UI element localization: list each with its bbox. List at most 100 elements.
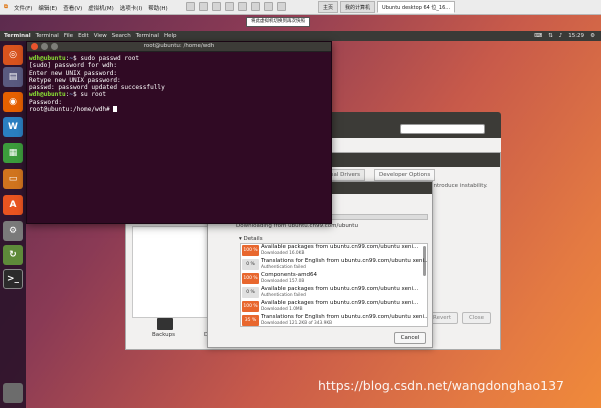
download-percent: 100 % xyxy=(242,273,259,284)
menu-terminal[interactable]: Terminal xyxy=(36,33,59,39)
vmware-menu: ⧉ 文件(F) 编辑(E) 查看(V) 虚拟机(M) 选项卡(I) 帮助(H) xyxy=(0,2,168,13)
list-item: 100 % Available packages from ubuntu.cn9… xyxy=(241,300,427,314)
tab-home[interactable]: 主页 xyxy=(318,1,339,13)
prompt-user: wdh@ubuntu xyxy=(29,55,66,62)
global-menu: Terminal Terminal File Edit View Search … xyxy=(4,31,176,41)
send-keys-icon[interactable] xyxy=(199,2,208,11)
network-indicator-icon[interactable]: ⇅ xyxy=(548,33,553,39)
vmware-toolbar: ⧉ 文件(F) 编辑(E) 查看(V) 虚拟机(M) 选项卡(I) 帮助(H) … xyxy=(0,0,601,15)
fullscreen-icon[interactable] xyxy=(251,2,260,11)
vm-menu-file[interactable]: 文件(F) xyxy=(14,4,32,12)
download-percent: 0 % xyxy=(242,259,259,270)
tab-my-computer[interactable]: 我的计算机 xyxy=(340,1,376,13)
terminal-line: passwd: password updated successfully xyxy=(29,84,165,92)
download-percent: 0 % xyxy=(242,287,259,298)
manage-snapshots-icon[interactable] xyxy=(238,2,247,11)
snapshot-tooltip: 将此虚拟机切换到再次快照 xyxy=(246,17,310,27)
terminal-line: Enter new UNIX password: xyxy=(29,69,118,77)
vmware-logo-icon: ⧉ xyxy=(4,4,8,10)
vmware-toolbar-buttons xyxy=(186,2,286,11)
vm-menu-vm[interactable]: 虚拟机(M) xyxy=(88,4,114,12)
keyboard-indicator-icon[interactable]: ⌨ xyxy=(534,33,542,39)
clock[interactable]: 15:29 xyxy=(568,33,584,39)
download-status: Downloaded 16.0KB xyxy=(261,251,305,256)
developer-options-hint: introduce instability. xyxy=(432,183,488,189)
download-percent: 100 % xyxy=(242,245,259,256)
menu-help[interactable]: Help xyxy=(164,33,177,39)
download-name: Available packages from ubuntu.cn99.com/… xyxy=(261,300,419,306)
terminal-line: [sudo] password for wdh: xyxy=(29,62,118,70)
download-name: Translations for English from ubuntu.cn9… xyxy=(261,258,427,264)
command-text: $ su root xyxy=(73,91,107,99)
firefox-icon[interactable]: ◉ xyxy=(3,92,23,112)
snapshot-icon[interactable] xyxy=(212,2,221,11)
vm-menu-edit[interactable]: 编辑(E) xyxy=(38,4,57,12)
download-name: Available packages from ubuntu.cn99.com/… xyxy=(261,286,419,292)
terminal-line: Retype new UNIX password: xyxy=(29,76,121,84)
download-name: Available packages from ubuntu.cn99.com/… xyxy=(261,244,419,250)
text-cursor xyxy=(113,106,118,113)
list-item: 0 % Translations for English from ubuntu… xyxy=(241,258,427,272)
dash-home-icon[interactable]: ◎ xyxy=(3,45,23,65)
menu-search[interactable]: Search xyxy=(112,33,131,39)
cancel-button[interactable]: Cancel xyxy=(394,332,426,344)
active-app-name: Terminal xyxy=(4,33,31,39)
command-text: $ sudo passwd root xyxy=(73,55,140,62)
list-item: 100 % Components-amd64 Downloaded 157.0B xyxy=(241,272,427,286)
revert-snapshot-icon[interactable] xyxy=(225,2,234,11)
impress-icon[interactable]: ▭ xyxy=(3,169,23,189)
terminal-window[interactable]: root@ubuntu: /home/wdh wdh@ubuntu:~$ sud… xyxy=(26,41,332,224)
software-search-input[interactable] xyxy=(400,124,485,134)
download-percent: 100 % xyxy=(242,301,259,312)
backups-icon xyxy=(157,318,173,330)
vmware-tabs: 主页 我的计算机 Ubuntu desktop 64 位_16... xyxy=(318,1,456,13)
terminal-line: wdh@ubuntu:~$ su root xyxy=(29,91,107,99)
unity-launcher: ◎ ▤ ◉ W ▦ ▭ A ⚙ ↻ >_ xyxy=(0,41,26,408)
software-updater-icon[interactable]: ↻ xyxy=(3,245,23,265)
download-status: Downloaded 157.0B xyxy=(261,279,305,284)
list-item: 0 % Available packages from ubuntu.cn99.… xyxy=(241,286,427,300)
calc-icon[interactable]: ▦ xyxy=(3,143,23,163)
tab-developer-options[interactable]: Developer Options xyxy=(374,169,436,181)
download-status: Downloaded 1.0MB xyxy=(261,307,303,312)
terminal-icon[interactable]: >_ xyxy=(3,269,23,289)
settings-gear-icon[interactable]: ⚙ xyxy=(590,33,595,39)
menu-edit[interactable]: Edit xyxy=(78,33,89,39)
menu-file[interactable]: File xyxy=(64,33,73,39)
menu-terminal-2[interactable]: Terminal xyxy=(136,33,159,39)
vm-menu-tabs[interactable]: 选项卡(I) xyxy=(120,4,142,12)
download-status: Authentication failed xyxy=(261,265,306,270)
download-name: Translations for English from ubuntu.cn9… xyxy=(261,314,427,320)
pause-icon[interactable] xyxy=(186,2,195,11)
details-expander[interactable]: ▾ Details xyxy=(239,236,263,242)
close-button[interactable]: Close xyxy=(462,312,491,324)
download-name: Components-amd64 xyxy=(261,272,317,278)
list-item: 35 % Translations for English from ubunt… xyxy=(241,314,427,326)
vm-menu-view[interactable]: 查看(V) xyxy=(63,4,82,12)
console-view-icon[interactable] xyxy=(277,2,286,11)
root-prompt: root@ubuntu:/home/wdh# xyxy=(29,106,110,114)
system-settings-icon[interactable]: ⚙ xyxy=(3,221,23,241)
terminal-line: Password: xyxy=(29,98,63,106)
software-center-icon[interactable]: A xyxy=(3,195,23,215)
terminal-titlebar[interactable]: root@ubuntu: /home/wdh xyxy=(27,42,331,52)
unity-icon[interactable] xyxy=(264,2,273,11)
watermark: https://blog.csdn.net/wangdonghao137 xyxy=(318,378,564,393)
menu-view[interactable]: View xyxy=(94,33,107,39)
volume-indicator-icon[interactable]: ♪ xyxy=(559,33,563,39)
tab-ubuntu-vm[interactable]: Ubuntu desktop 64 位_16... xyxy=(377,1,456,13)
download-status: Authentication failed xyxy=(261,293,306,298)
download-list[interactable]: 100 % Available packages from ubuntu.cn9… xyxy=(240,243,428,327)
writer-icon[interactable]: W xyxy=(3,117,23,137)
list-item: 100 % Available packages from ubuntu.cn9… xyxy=(241,244,427,258)
download-status: Downloaded 121.2KB of 343.9KB xyxy=(261,321,333,326)
vm-menu-help[interactable]: 帮助(H) xyxy=(148,4,167,12)
indicator-area: ⌨ ⇅ ♪ 15:29 ⚙ xyxy=(534,31,595,41)
terminal-line: root@ubuntu:/home/wdh# xyxy=(29,106,118,114)
terminal-output[interactable]: wdh@ubuntu:~$ sudo passwd root [sudo] pa… xyxy=(27,52,331,116)
files-icon[interactable]: ▤ xyxy=(3,67,23,87)
prompt-user: wdh@ubuntu xyxy=(29,91,66,99)
download-percent: 35 % xyxy=(242,315,259,326)
ubuntu-top-panel: Terminal Terminal File Edit View Search … xyxy=(0,31,601,41)
trash-icon[interactable] xyxy=(3,383,23,403)
